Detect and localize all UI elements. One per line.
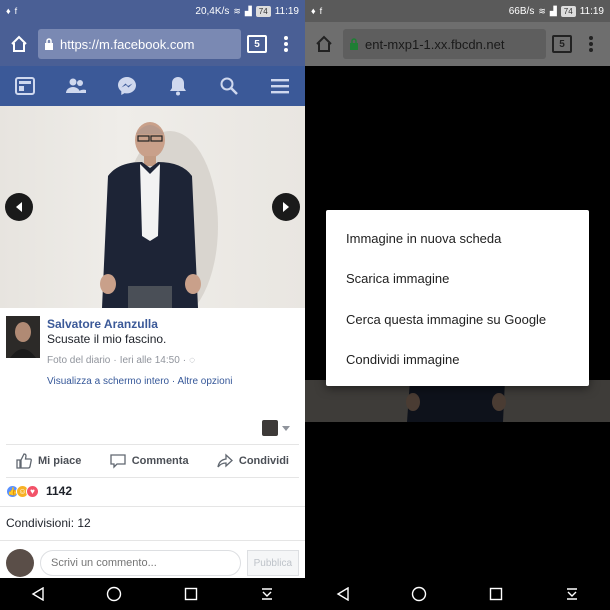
- vpn-key-icon: ♦: [311, 6, 316, 16]
- browser-toolbar: ent-mxp1-1.xx.fbcdn.net 5: [305, 22, 610, 66]
- reaction-count: 1142: [46, 484, 73, 498]
- search-icon[interactable]: [209, 66, 249, 106]
- network-speed: 20,4K/s: [195, 5, 230, 17]
- share-icon: [217, 453, 233, 468]
- like-button[interactable]: Mi piace: [16, 453, 81, 469]
- url-text: ent-mxp1-1.xx.fbcdn.net: [365, 36, 505, 52]
- battery-level: 74: [255, 5, 271, 17]
- clock: 11:19: [579, 5, 604, 17]
- url-text: https://m.facebook.com: [60, 36, 195, 52]
- lock-icon: [350, 38, 358, 50]
- news-feed-icon[interactable]: [5, 66, 45, 106]
- comment-composer: Pubblica: [0, 548, 305, 578]
- friends-icon[interactable]: [56, 66, 96, 106]
- back-icon[interactable]: [329, 580, 357, 608]
- home-icon[interactable]: [6, 31, 32, 57]
- view-fullscreen-link[interactable]: Visualizza a schermo intero: [47, 376, 169, 387]
- notification-shade-icon[interactable]: [558, 580, 586, 608]
- vpn-key-icon: ♦: [6, 6, 11, 16]
- image-viewer-screen: ♦ f 66B/s ≋ ▟ 74 11:19 ent-mxp1-1.xx.fbc…: [305, 0, 610, 610]
- publish-button[interactable]: Pubblica: [246, 550, 299, 576]
- reactions-summary[interactable]: 👍 ☺ ♥ 1142: [6, 484, 72, 498]
- photo-links: Visualizza a schermo intero · Altre opzi…: [47, 376, 233, 387]
- post-action-bar: Mi piace Commenta Condividi: [6, 444, 299, 478]
- android-nav-bar: [0, 578, 305, 610]
- hamburger-menu-icon[interactable]: [260, 66, 300, 106]
- share-label: Condividi: [238, 455, 289, 467]
- home-icon[interactable]: [311, 31, 337, 57]
- network-speed: 66B/s: [508, 5, 535, 17]
- next-photo-button[interactable]: [272, 193, 300, 221]
- status-bar: ♦ f 66B/s ≋ ▟ 74 11:19: [305, 0, 610, 22]
- address-bar[interactable]: https://m.facebook.com: [38, 29, 241, 59]
- back-icon[interactable]: [24, 580, 52, 608]
- author-name[interactable]: Salvatore Aranzulla: [47, 317, 158, 331]
- status-bar: ♦ f 20,4K/s ≋ ▟ 74 11:19: [0, 0, 305, 22]
- recents-icon[interactable]: [177, 580, 205, 608]
- battery-level: 74: [560, 5, 576, 17]
- facebook-notification-icon: f: [319, 6, 323, 16]
- post-photo[interactable]: [0, 106, 305, 308]
- messenger-icon[interactable]: [107, 66, 147, 106]
- meta-separator: ·: [182, 355, 187, 366]
- image-context-menu: Immagine in nuova scheda Scarica immagin…: [326, 210, 589, 386]
- meta-separator: ·: [113, 355, 117, 366]
- chevron-left-icon: [16, 202, 22, 212]
- signal-icon: ▟: [549, 5, 557, 16]
- comment-input[interactable]: [40, 550, 241, 576]
- browser-toolbar: https://m.facebook.com 5: [0, 22, 305, 66]
- chevron-right-icon: [283, 202, 289, 212]
- open-image-new-tab-item[interactable]: Immagine in nuova scheda: [326, 218, 589, 259]
- facebook-nav-bar: [0, 66, 305, 106]
- person-portrait: [100, 122, 218, 308]
- home-circle-icon[interactable]: [100, 580, 128, 608]
- post-caption: Scusate il mio fascino.: [47, 332, 167, 346]
- overflow-menu-icon[interactable]: [578, 31, 604, 57]
- comment-label: Commenta: [131, 455, 189, 467]
- divider: [0, 540, 305, 541]
- privacy-globe-icon: ◌: [189, 355, 196, 366]
- reaction-as-selector[interactable]: [262, 420, 290, 436]
- facebook-post-screen: ♦ f 20,4K/s ≋ ▟ 74 11:19 https://m.faceb…: [0, 0, 305, 610]
- comment-button[interactable]: Commenta: [110, 453, 189, 469]
- album-link[interactable]: Foto del diario: [47, 355, 110, 366]
- lock-icon: [45, 38, 53, 50]
- link-separator: ·: [171, 376, 176, 387]
- android-nav-bar: [305, 578, 610, 610]
- dimmed-photo: [305, 380, 610, 422]
- tabs-icon[interactable]: 5: [247, 35, 267, 53]
- recents-icon[interactable]: [482, 580, 510, 608]
- download-image-item[interactable]: Scarica immagine: [326, 259, 589, 300]
- facebook-notification-icon: f: [14, 6, 18, 16]
- like-icon: [16, 453, 32, 469]
- signal-icon: ▟: [244, 5, 252, 16]
- share-count[interactable]: Condivisioni: 12: [6, 516, 91, 530]
- overflow-menu-icon[interactable]: [273, 31, 299, 57]
- post-timestamp[interactable]: Ieri alle 14:50: [120, 355, 180, 366]
- comment-icon: [110, 454, 126, 469]
- notification-shade-icon[interactable]: [253, 580, 281, 608]
- profile-avatar: [262, 420, 278, 436]
- search-image-google-item[interactable]: Cerca questa immagine su Google: [326, 299, 589, 340]
- chevron-down-icon: [282, 425, 290, 431]
- like-label: Mi piace: [38, 455, 82, 467]
- home-circle-icon[interactable]: [405, 580, 433, 608]
- tabs-icon[interactable]: 5: [552, 35, 572, 53]
- love-reaction-icon: ♥: [26, 484, 39, 498]
- share-button[interactable]: Condividi: [217, 453, 289, 469]
- share-image-item[interactable]: Condividi immagine: [326, 340, 589, 381]
- wifi-icon: ≋: [538, 5, 546, 16]
- previous-photo-button[interactable]: [5, 193, 33, 221]
- clock: 11:19: [274, 5, 299, 17]
- more-options-link[interactable]: Altre opzioni: [177, 376, 232, 387]
- address-bar[interactable]: ent-mxp1-1.xx.fbcdn.net: [343, 29, 546, 59]
- my-avatar: [6, 549, 34, 577]
- notifications-icon[interactable]: [158, 66, 198, 106]
- divider: [0, 506, 305, 507]
- post-meta: Foto del diario · Ieri alle 14:50 · ◌: [47, 355, 195, 366]
- author-avatar[interactable]: [6, 316, 40, 358]
- wifi-icon: ≋: [233, 5, 241, 16]
